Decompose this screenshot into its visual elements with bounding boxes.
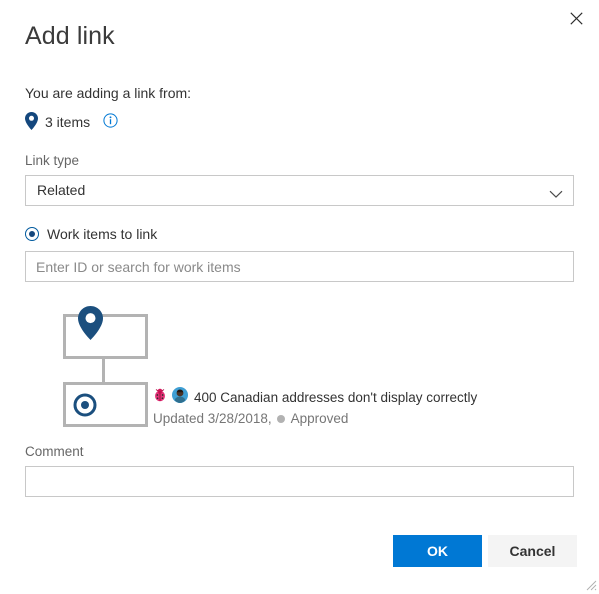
work-item-detail: 400 Canadian addresses don't display cor… [153, 387, 553, 427]
location-pin-icon [78, 306, 103, 343]
tree-node-parent [63, 314, 148, 359]
tree-graphic [40, 306, 170, 427]
work-item-title-row: 400 Canadian addresses don't display cor… [153, 387, 553, 407]
close-icon [569, 11, 583, 25]
comment-input[interactable] [25, 466, 574, 497]
dialog-footer: OK Cancel [0, 535, 599, 567]
info-circle-icon[interactable] [103, 113, 118, 131]
resize-grip[interactable] [583, 577, 597, 591]
radio-work-items-label: Work items to link [47, 226, 158, 242]
work-item-updated: Updated 3/28/2018, [153, 411, 272, 426]
link-type-select[interactable]: Related [25, 175, 574, 206]
state-dot-icon [276, 414, 285, 423]
work-item-state: Approved [290, 411, 349, 426]
source-items-row: 3 items [25, 111, 574, 133]
add-link-dialog: Add link You are adding a link from: 3 i… [0, 0, 599, 593]
radio-work-items-to-link[interactable]: Work items to link [25, 224, 574, 244]
radio-selected-icon [25, 227, 39, 241]
tree-connector [102, 358, 105, 383]
target-bullseye-icon [73, 393, 97, 420]
close-button[interactable] [561, 4, 591, 32]
bug-icon [153, 388, 167, 406]
lead-text: You are adding a link from: [25, 85, 192, 101]
chevron-down-icon [549, 186, 563, 202]
location-pin-icon [25, 111, 38, 133]
work-item-meta: Updated 3/28/2018, Approved [153, 410, 553, 427]
dialog-body: You are adding a link from: 3 items Link… [25, 84, 574, 497]
link-type-value: Related [37, 182, 86, 198]
source-items-count: 3 items [45, 114, 91, 130]
dialog-title: Add link [25, 22, 115, 50]
work-items-search-input[interactable] [25, 251, 574, 282]
user-avatar [172, 387, 188, 407]
ok-button[interactable]: OK [393, 535, 482, 567]
work-item-title[interactable]: 400 Canadian addresses don't display cor… [194, 389, 477, 406]
link-type-label: Link type [25, 153, 80, 168]
link-preview-tree: 400 Canadian addresses don't display cor… [25, 306, 574, 427]
comment-label: Comment [25, 444, 84, 459]
cancel-button[interactable]: Cancel [488, 535, 577, 567]
comment-block: Comment [25, 443, 574, 497]
